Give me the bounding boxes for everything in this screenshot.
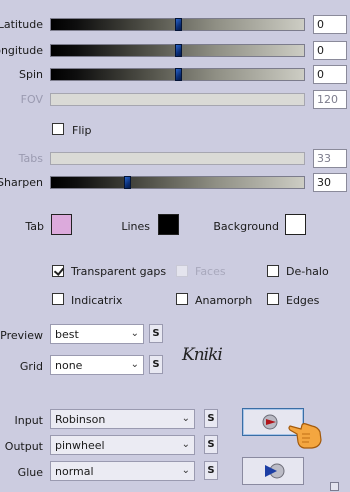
pointing-hand-icon — [288, 423, 322, 449]
sharpen-value-field[interactable]: 30 — [313, 173, 347, 192]
chevron-down-icon: ⌄ — [181, 413, 190, 424]
background-color-swatch[interactable] — [285, 214, 306, 235]
glue-dropdown[interactable]: normal ⌄ — [50, 461, 195, 481]
transparent-gaps-checkbox[interactable] — [52, 265, 65, 277]
input-dropdown-value: Robinson — [55, 413, 106, 426]
indicatrix-checkbox[interactable] — [52, 293, 64, 305]
longitude-value-field[interactable]: 0 — [313, 41, 347, 60]
spin-slider-thumb[interactable] — [175, 68, 182, 81]
spin-label: Spin — [19, 68, 43, 81]
grid-s-button[interactable]: S — [149, 355, 163, 374]
grid-dropdown[interactable]: none ⌄ — [50, 355, 144, 375]
preview-dropdown-value: best — [55, 328, 79, 341]
lines-color-label: Lines — [121, 220, 150, 233]
chevron-down-icon: ⌄ — [130, 328, 139, 339]
chevron-down-icon: ⌄ — [181, 439, 190, 450]
longitude-slider[interactable] — [50, 44, 305, 57]
glue-label: Glue — [17, 466, 43, 479]
spin-slider[interactable] — [50, 68, 305, 81]
anamorph-label: Anamorph — [195, 294, 253, 307]
fov-label: FOV — [20, 93, 43, 106]
tabs-slider — [50, 152, 305, 165]
preview-label: Preview — [0, 329, 43, 342]
latitude-label: Latitude — [0, 18, 43, 31]
tab-color-swatch[interactable] — [51, 214, 72, 235]
output-s-button[interactable]: S — [204, 435, 218, 454]
de-halo-checkbox[interactable] — [267, 265, 279, 277]
de-halo-label: De-halo — [286, 265, 329, 278]
input-s-button[interactable]: S — [204, 409, 218, 428]
longitude-label: Longitude — [0, 44, 43, 57]
play-forward-ball-icon — [265, 463, 285, 479]
transparent-gaps-label: Transparent gaps — [71, 265, 167, 278]
latitude-slider[interactable] — [50, 18, 305, 31]
preview-s-button[interactable]: S — [149, 324, 163, 343]
background-color-label: Background — [213, 220, 279, 233]
input-dropdown[interactable]: Robinson ⌄ — [50, 409, 195, 429]
anamorph-checkbox[interactable] — [176, 293, 188, 305]
sharpen-slider[interactable] — [50, 176, 305, 189]
sharpen-label: Sharpen — [0, 176, 43, 189]
resize-grip-icon[interactable] — [330, 482, 339, 491]
tabs-label: Tabs — [18, 152, 43, 165]
fov-slider — [50, 93, 305, 106]
edges-checkbox[interactable] — [267, 293, 279, 305]
faces-label: Faces — [195, 265, 226, 278]
output-label: Output — [4, 440, 43, 453]
output-dropdown-value: pinwheel — [55, 439, 105, 452]
chevron-down-icon: ⌄ — [181, 465, 190, 476]
signature: Kniki — [182, 345, 223, 365]
tabs-value-field: 33 — [313, 149, 347, 168]
edges-label: Edges — [286, 294, 320, 307]
glue-s-button[interactable]: S — [204, 461, 218, 480]
next-button[interactable] — [242, 457, 304, 485]
grid-dropdown-value: none — [55, 359, 83, 372]
lines-color-swatch[interactable] — [158, 214, 179, 235]
flip-label: Flip — [72, 124, 92, 137]
fov-value-field: 120 — [313, 90, 347, 109]
latitude-slider-thumb[interactable] — [175, 18, 182, 31]
latitude-value-field[interactable]: 0 — [313, 15, 347, 34]
glue-dropdown-value: normal — [55, 465, 94, 478]
faces-checkbox — [176, 265, 188, 277]
input-label: Input — [14, 414, 43, 427]
spin-value-field[interactable]: 0 — [313, 65, 347, 84]
flip-checkbox[interactable] — [52, 123, 64, 135]
longitude-slider-thumb[interactable] — [175, 44, 182, 57]
tab-color-label: Tab — [25, 220, 44, 233]
grid-label: Grid — [19, 360, 43, 373]
preview-dropdown[interactable]: best ⌄ — [50, 324, 144, 344]
sharpen-slider-thumb[interactable] — [124, 176, 131, 189]
indicatrix-label: Indicatrix — [71, 294, 123, 307]
chevron-down-icon: ⌄ — [130, 359, 139, 370]
output-dropdown[interactable]: pinwheel ⌄ — [50, 435, 195, 455]
checkmark-icon — [53, 265, 65, 276]
